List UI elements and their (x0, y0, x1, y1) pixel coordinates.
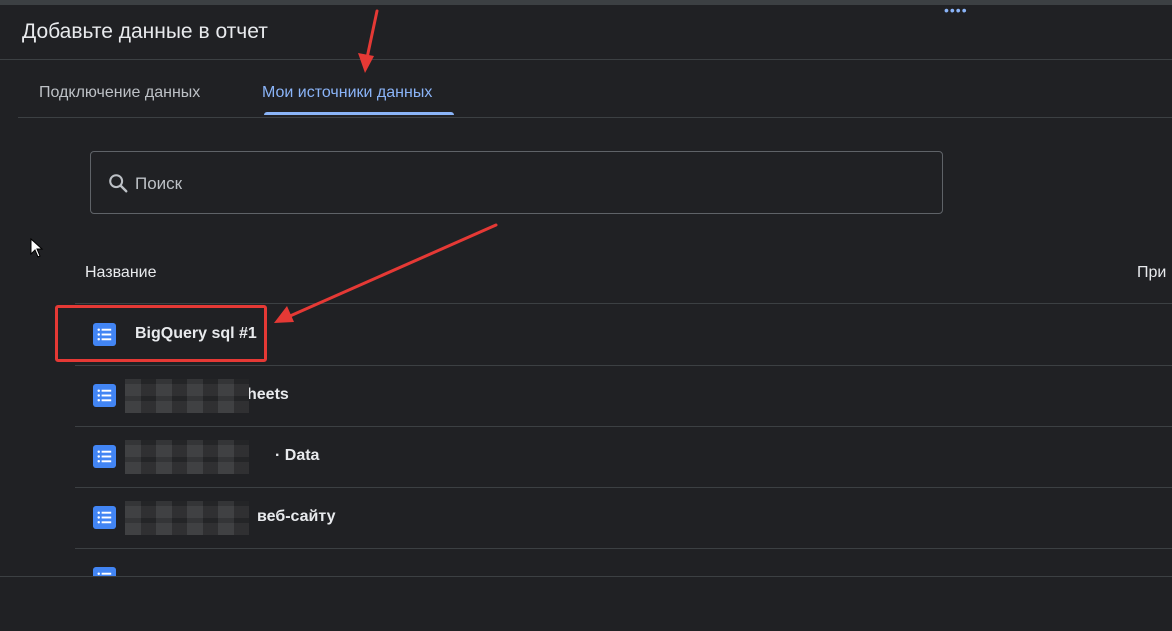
redacted-area (125, 501, 249, 535)
dialog-footer (0, 577, 1172, 631)
tab-bar: Подключение данных Мои источники данных (18, 60, 1172, 118)
data-source-list-icon (93, 445, 116, 468)
redacted-area (125, 440, 249, 474)
annotation-highlight-box (55, 305, 267, 362)
data-source-list-icon (93, 567, 116, 576)
table-row[interactable]: · Data (75, 426, 1172, 488)
table-row[interactable] (75, 548, 1172, 576)
redacted-area (125, 379, 249, 413)
search-input[interactable] (133, 164, 917, 204)
mouse-pointer-icon (30, 238, 44, 258)
tab-my-data-sources[interactable]: Мои источники данных (262, 84, 432, 102)
table-row[interactable]: веб-сайту (75, 487, 1172, 549)
data-source-list-icon (93, 384, 116, 407)
row-label[interactable]: heets (247, 386, 289, 404)
annotation-arrow-to-tab (365, 9, 379, 60)
window-top-strip (0, 0, 1172, 5)
column-header-name[interactable]: Название (85, 264, 157, 282)
data-source-list-icon (93, 506, 116, 529)
more-options-icon[interactable]: •••• (944, 3, 968, 17)
search-icon (109, 174, 128, 193)
row-label[interactable]: · Data (275, 447, 319, 465)
search-box[interactable] (90, 151, 943, 214)
active-tab-indicator (264, 112, 454, 115)
column-header-owner[interactable]: При (1137, 264, 1166, 282)
dialog-title: Добавьте данные в отчет (22, 20, 268, 43)
tab-connect-data[interactable]: Подключение данных (39, 84, 200, 102)
row-label[interactable]: веб-сайту (257, 508, 335, 526)
table-row[interactable]: heets (75, 365, 1172, 427)
